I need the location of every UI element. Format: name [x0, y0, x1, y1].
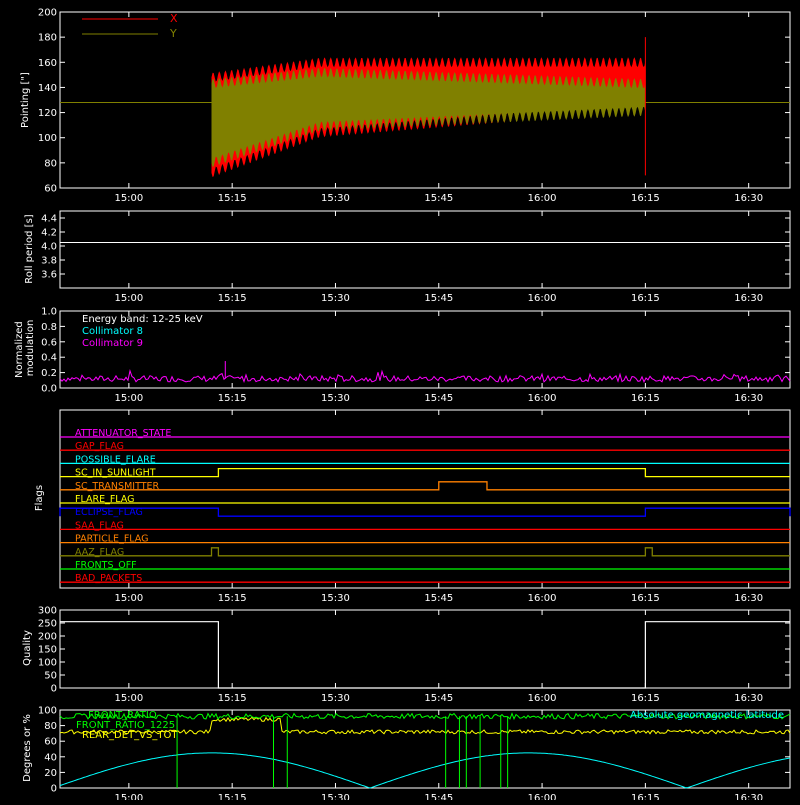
modulation-xtick-label: 16:00: [528, 393, 557, 404]
modulation-xtick-label: 16:15: [631, 393, 660, 404]
roll-ylabel: Roll period [s]: [24, 214, 35, 283]
pointing-xtick-label: 16:15: [631, 193, 660, 204]
quality-ytick-label: 50: [44, 671, 57, 682]
ratios-xtick-label: 15:30: [321, 793, 350, 800]
pointing-ytick-label: 80: [44, 158, 57, 169]
modulation-xtick-label: 15:30: [321, 393, 350, 404]
modulation-ytick-label: 0.2: [41, 368, 57, 379]
roll-xtick-label: 15:45: [424, 293, 453, 304]
modulation-xtick-label: 16:30: [734, 393, 763, 404]
pointing-xtick-label: 15:45: [424, 193, 453, 204]
quality-xtick-label: 16:30: [734, 693, 763, 704]
ratios-ytick-label: 0: [51, 784, 57, 795]
figure-svg: 15:00 15:15 15:30 15:45 16:00 16:15 16:30 60 80 1…: [0, 0, 800, 804]
quality-ylabel: Quality: [22, 630, 33, 666]
quality-ytick-label: 300: [38, 606, 57, 617]
pointing-xtick-label: 16:00: [528, 193, 557, 204]
quality-xtick-label: 15:15: [218, 693, 247, 704]
roll-xtick-label: 15:00: [114, 293, 143, 304]
flags-xtick-label: 16:00: [528, 593, 557, 604]
quality-xtick-label: 15:30: [321, 693, 350, 704]
quality-ytick-label: 200: [38, 632, 57, 643]
ratios-ytick-label: 20: [44, 768, 57, 779]
roll-ytick-label: 4.4: [41, 214, 57, 225]
modulation-ytick-label: 0.6: [41, 337, 57, 348]
ratios-ytick-label: 60: [44, 737, 57, 748]
roll-xtick-label: 16:15: [631, 293, 660, 304]
modulation-xtick-label: 15:45: [424, 393, 453, 404]
quality-xtick-label: 15:45: [424, 693, 453, 704]
modulation-xtick-label: 15:15: [218, 393, 247, 404]
modulation-ytick-label: 1.0: [41, 307, 57, 318]
ratios-ytick-label: 40: [44, 752, 57, 763]
flags-xtick-label: 15:45: [424, 593, 453, 604]
ratios-ytick-label: 100: [38, 706, 57, 717]
collimator8-label: Collimator 8: [82, 326, 143, 337]
modulation-ytick-label: 0.0: [41, 384, 57, 395]
ratios-xtick-label: 16:00: [528, 793, 557, 800]
ratios-xtick-label: 15:15: [218, 793, 247, 800]
flags-xtick-label: 16:30: [734, 593, 763, 604]
rear-ratio-legend: REAR_DET_VS_TOT: [82, 730, 178, 741]
flags-xtick-label: 15:00: [114, 593, 143, 604]
pointing-ylabel: Pointing ["]: [20, 72, 31, 128]
roll-xtick-label: 16:30: [734, 293, 763, 304]
ratios-ytick-label: 80: [44, 721, 57, 732]
legend-y-label: Y: [169, 27, 177, 40]
flags-xtick-label: 15:30: [321, 593, 350, 604]
legend-x-label: X: [170, 12, 178, 25]
ratios-xtick-label: 16:30: [734, 793, 763, 800]
roll-ytick-label: 3.8: [41, 256, 57, 267]
quality-xtick-label: 16:00: [528, 693, 557, 704]
ratios-xtick-label: 15:45: [424, 793, 453, 800]
pointing-ytick-label: 120: [38, 108, 57, 119]
ratios-ylabel: Degrees or %: [22, 714, 33, 782]
roll-xtick-label: 15:30: [321, 293, 350, 304]
quality-ytick-label: 100: [38, 658, 57, 669]
roll-xtick-label: 15:15: [218, 293, 247, 304]
ratios-xtick-label: 15:00: [114, 793, 143, 800]
quality-xtick-label: 15:00: [114, 693, 143, 704]
flags-ylabel: Flags: [34, 485, 45, 511]
pointing-ytick-label: 200: [38, 8, 57, 19]
modulation-ytick-label: 0.8: [41, 322, 57, 333]
modulation-ytick-label: 0.4: [41, 353, 57, 364]
pointing-ytick-label: 180: [38, 33, 57, 44]
roll-ytick-label: 4.2: [41, 228, 57, 239]
pointing-ytick-label: 60: [44, 184, 57, 195]
modulation-xtick-label: 15:00: [114, 393, 143, 404]
modulation-ylabel-line2: modulation: [25, 320, 36, 377]
quality-xtick-label: 16:15: [631, 693, 660, 704]
quality-ytick-label: 250: [38, 619, 57, 630]
roll-xtick-label: 16:00: [528, 293, 557, 304]
pointing-xtick-label: 16:30: [734, 193, 763, 204]
hessi-quicklook-figure: 15:00 15:15 15:30 15:45 16:00 16:15 16:30 60 80 1…: [0, 0, 800, 804]
latitude-legend: Absolute geomagnetic latitude: [630, 710, 784, 721]
roll-ytick-label: 3.6: [41, 270, 57, 281]
pointing-ytick-label: 100: [38, 133, 57, 144]
pointing-ytick-label: 140: [38, 83, 57, 94]
roll-ytick-label: 4.0: [41, 242, 57, 253]
flags-xtick-label: 15:15: [218, 593, 247, 604]
pointing-ytick-label: 160: [38, 58, 57, 69]
modulation-ylabel-line1: Normalized: [14, 321, 25, 378]
collimator9-label: Collimator 9: [82, 338, 143, 349]
ratios-xtick-label: 16:15: [631, 793, 660, 800]
flags-xtick-label: 16:15: [631, 593, 660, 604]
quality-ytick-label: 150: [38, 645, 57, 656]
quality-ytick-label: 0: [51, 684, 57, 695]
pointing-xtick-label: 15:30: [321, 193, 350, 204]
energy-band-label: Energy band: 12-25 keV: [82, 314, 203, 325]
pointing-xtick-label: 15:00: [114, 193, 143, 204]
modulation-ylabel: Normalized modulation: [14, 318, 36, 378]
pointing-xtick-label: 15:15: [218, 193, 247, 204]
